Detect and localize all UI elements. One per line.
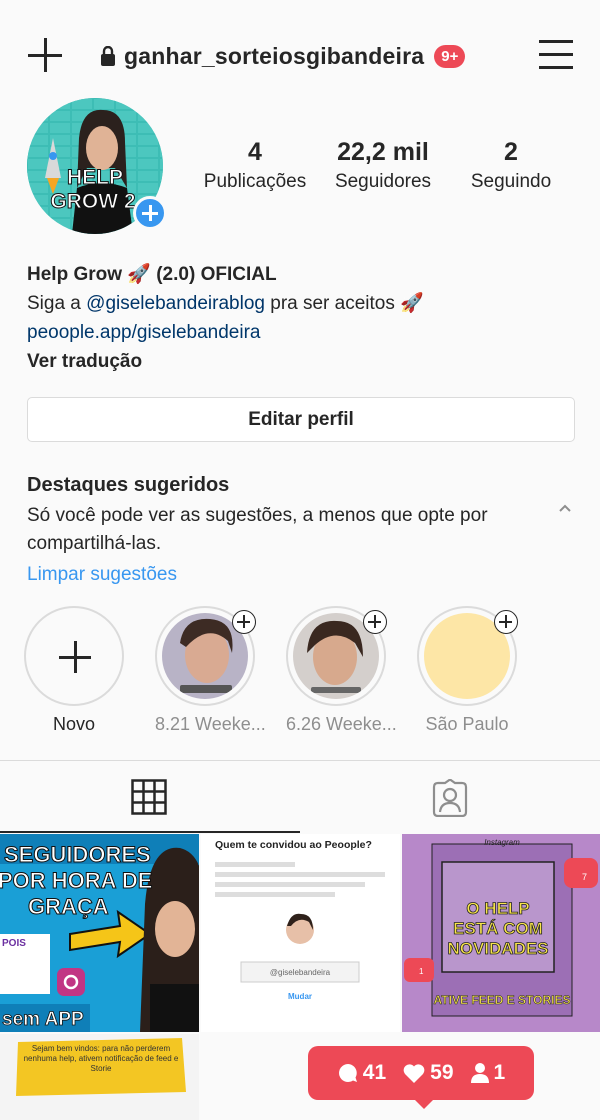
post-text: Quem te convidou ao Peoople? xyxy=(215,839,372,851)
highlight-item[interactable]: 8.21 Weeke... xyxy=(155,606,266,735)
bio-text: pra ser aceitos 🚀 xyxy=(264,293,424,314)
post-text: ATIVE FEED E STORIES xyxy=(434,993,571,1007)
add-story-plus-icon[interactable] xyxy=(133,196,167,230)
post-thumbnail[interactable]: Quem te convidou ao Peoople? @giseleband… xyxy=(201,834,400,1032)
bio-line: Siga a @giselebandeirablog pra ser aceit… xyxy=(27,289,587,318)
grid-icon xyxy=(131,779,167,815)
tab-tagged[interactable] xyxy=(300,761,600,833)
post-text: SEGUIDORES xyxy=(4,842,151,867)
count-text: 41 xyxy=(362,1061,387,1084)
post-text: 1 xyxy=(419,967,424,976)
comment-icon xyxy=(338,1064,357,1082)
tagged-icon xyxy=(432,779,468,817)
new-post-plus-icon[interactable] xyxy=(28,38,62,72)
highlight-item[interactable]: São Paulo xyxy=(417,606,518,735)
post-text: 7 xyxy=(582,872,587,882)
svg-text:POIS: POIS xyxy=(2,938,26,949)
bio-mention-link[interactable]: @giselebandeirablog xyxy=(86,293,265,314)
highlight-ring xyxy=(155,606,256,706)
add-highlight-plus-icon[interactable] xyxy=(494,610,518,634)
count-text: 1 xyxy=(493,1061,506,1084)
stat-value: 4 xyxy=(248,138,262,166)
highlight-label: Novo xyxy=(52,714,96,734)
post-text: O HELP xyxy=(466,899,529,918)
suggested-highlights-section: Destaques sugeridos Só você pode ver as … xyxy=(27,472,567,586)
highlight-label: 6.26 Weeke... xyxy=(286,714,397,734)
followers-count: 1 xyxy=(470,1061,506,1085)
tab-grid[interactable] xyxy=(0,761,300,833)
comments-count: 41 xyxy=(337,1061,386,1085)
plus-icon xyxy=(59,641,91,673)
clear-suggestions-link[interactable]: Limpar sugestões xyxy=(27,564,567,586)
stat-posts[interactable]: 4 Publicações xyxy=(196,138,314,193)
post-text: POR HORA DE xyxy=(0,868,152,893)
highlight-ring xyxy=(417,606,518,706)
username: ganhar_sorteiosgibandeira xyxy=(124,42,425,69)
post-text: @giselebandeira xyxy=(270,968,331,977)
profile-tabs xyxy=(0,760,600,833)
post-text: sem APP xyxy=(2,1009,84,1030)
stat-label: Seguidores xyxy=(334,171,432,192)
post-text: Sejam bem vindos: para não perderem nenh… xyxy=(23,1044,179,1073)
stat-value: 2 xyxy=(504,138,518,166)
stat-label: Publicações xyxy=(203,171,307,192)
highlight-label: 8.21 Weeke... xyxy=(155,714,266,734)
lock-icon xyxy=(101,46,115,66)
chevron-up-icon[interactable] xyxy=(558,502,572,516)
section-title: Destaques sugeridos xyxy=(27,474,230,496)
post-text: Mudar xyxy=(288,992,312,1001)
highlight-label: São Paulo xyxy=(425,714,509,734)
post-thumbnail[interactable]: Sejam bem vindos: para não perderem nenh… xyxy=(0,1034,199,1120)
post-text: ESTÁ COM xyxy=(453,919,543,938)
account-switcher[interactable]: ganhar_sorteiosgibandeira 9+ xyxy=(100,40,466,72)
stat-label: Seguindo xyxy=(470,171,552,192)
post-thumbnail[interactable]: POIS SEGUIDORES POR HORA DE GRAÇA sem AP… xyxy=(0,834,199,1032)
see-translation-link[interactable]: Ver tradução xyxy=(27,347,587,376)
stat-followers[interactable]: 22,2 mil Seguidores xyxy=(323,138,443,193)
heart-icon xyxy=(403,1064,425,1083)
edit-profile-button[interactable]: Editar perfil xyxy=(27,397,575,442)
bio-text: Siga a xyxy=(27,293,87,314)
bio-website-link[interactable]: peoople.app/giselebandeira xyxy=(27,318,587,347)
post-text: GRAÇA xyxy=(28,894,109,919)
activity-notification-bubble[interactable]: 41 59 1 xyxy=(308,1046,534,1109)
post-text: NOVIDADES xyxy=(447,939,548,958)
highlight-item[interactable]: 6.26 Weeke... xyxy=(286,606,397,735)
svg-text:GROW 2: GROW 2 xyxy=(50,190,135,213)
notification-badge: 9+ xyxy=(434,44,466,68)
section-description: Só você pode ver as sugestões, a menos q… xyxy=(27,505,488,554)
post-text: Instagram xyxy=(484,838,520,847)
highlight-ring xyxy=(24,606,124,706)
stat-following[interactable]: 2 Seguindo xyxy=(455,138,567,193)
stat-value: 22,2 mil xyxy=(337,138,429,166)
profile-bio: Help Grow 🚀 (2.0) OFICIAL Siga a @gisele… xyxy=(27,260,587,376)
top-bar: ganhar_sorteiosgibandeira 9+ xyxy=(0,0,600,110)
hamburger-menu-icon[interactable] xyxy=(539,40,573,69)
count-text: 59 xyxy=(430,1061,454,1084)
add-highlight-plus-icon[interactable] xyxy=(232,610,256,634)
person-icon xyxy=(470,1063,489,1083)
svg-text:HELP: HELP xyxy=(67,166,123,189)
add-highlight-plus-icon[interactable] xyxy=(363,610,387,634)
highlight-ring xyxy=(286,606,387,706)
post-thumbnail[interactable]: Instagram O HELP ESTÁ COM NOVIDADES ATIV… xyxy=(402,834,600,1032)
profile-name: Help Grow 🚀 (2.0) OFICIAL xyxy=(27,264,277,285)
highlight-new[interactable]: Novo xyxy=(24,606,124,735)
likes-count: 59 xyxy=(402,1061,454,1085)
